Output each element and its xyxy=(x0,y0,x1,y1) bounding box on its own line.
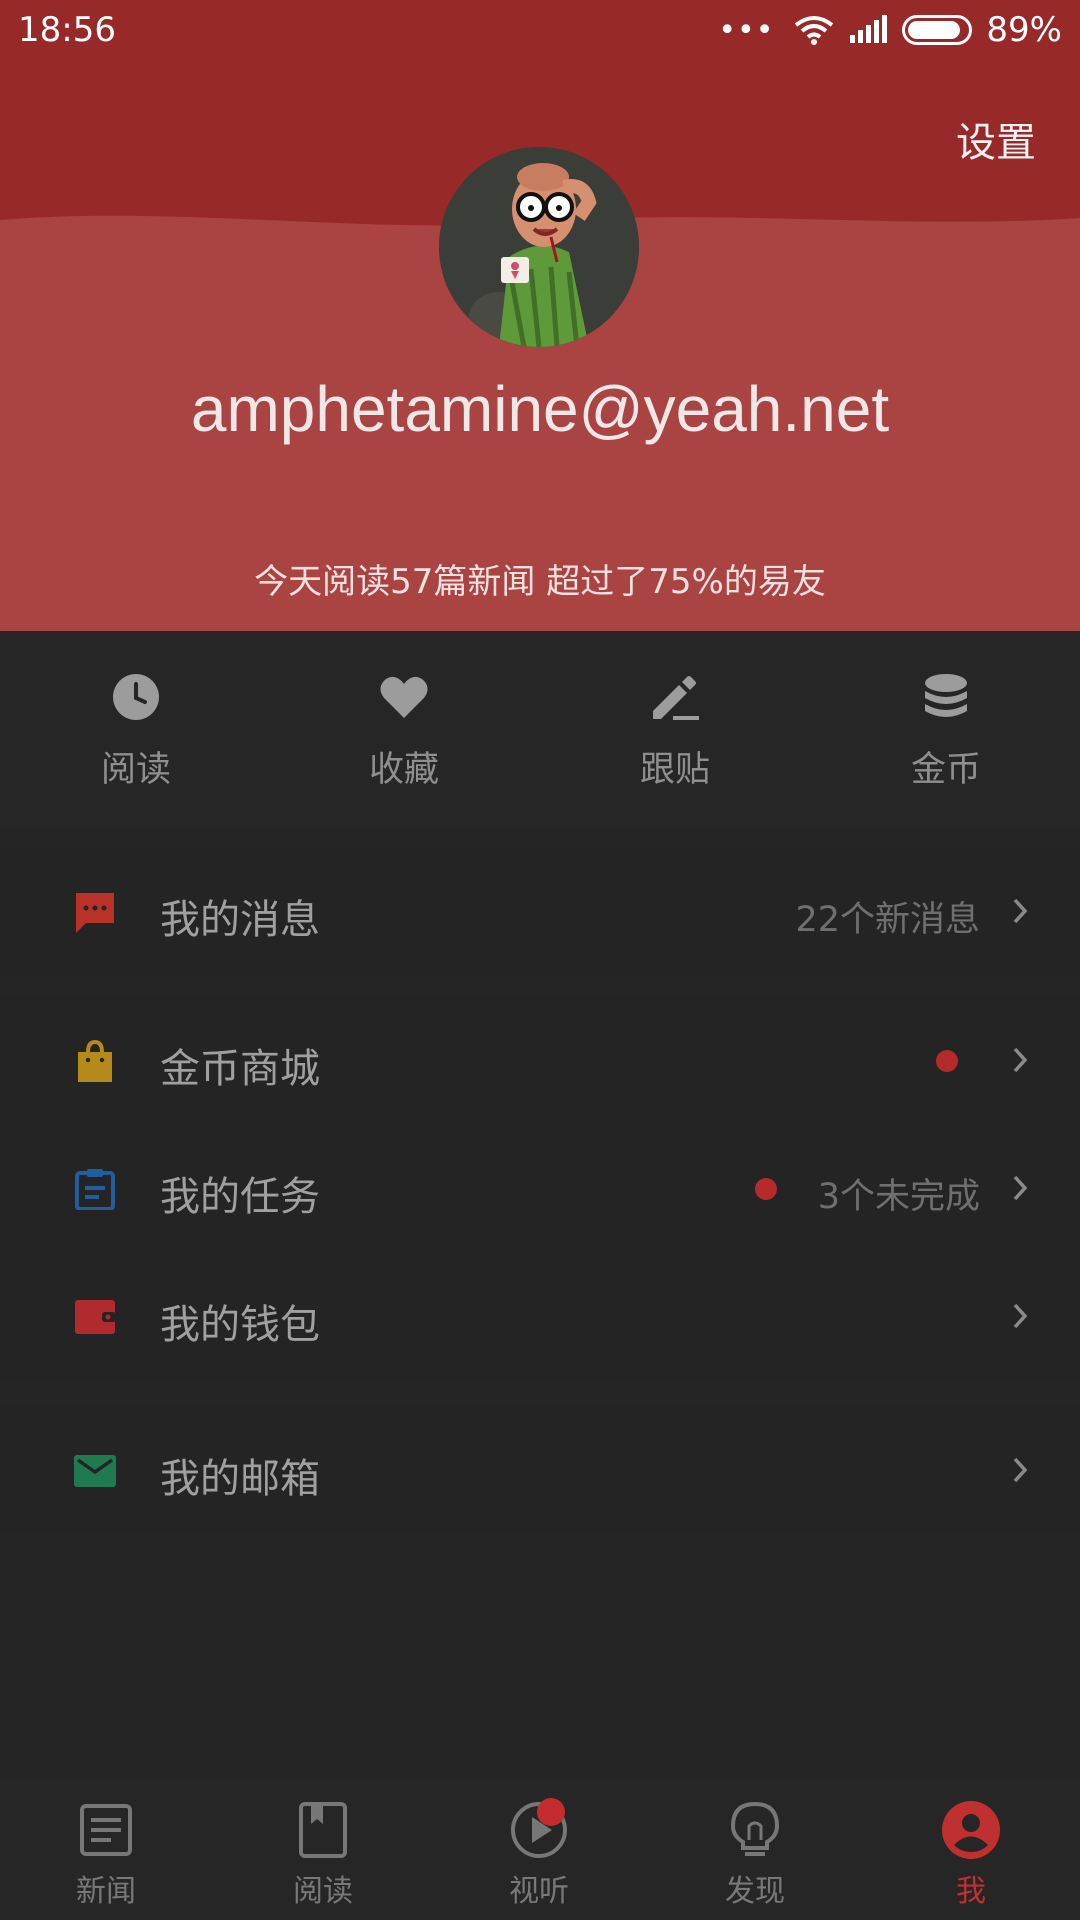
menu-section-services: 金币商城 我的任务 3个未完成 我的钱包 xyxy=(0,996,1080,1380)
coins-icon xyxy=(925,674,967,717)
new-dot xyxy=(936,1050,958,1072)
chevron-right-icon xyxy=(1013,1047,1028,1073)
nav-label: 视听 xyxy=(509,1874,569,1909)
menu-item-label: 我的邮箱 xyxy=(160,1456,320,1502)
quick-actions: 阅读 收藏 跟贴 金币 xyxy=(0,631,1080,827)
battery-icon xyxy=(902,15,973,45)
quick-action-read[interactable]: 阅读 xyxy=(46,671,226,792)
nav-label: 阅读 xyxy=(293,1874,353,1909)
chevron-right-icon xyxy=(1013,898,1028,924)
chat-icon xyxy=(76,893,114,933)
notification-dots: ••• xyxy=(718,12,775,48)
notification-badge xyxy=(537,1798,565,1826)
avatar[interactable] xyxy=(439,147,639,347)
bottom-nav: 新闻 阅读 视听 发现 我 xyxy=(0,1778,1080,1920)
username: amphetamine@yeah.net xyxy=(190,373,890,445)
avatar-illustration xyxy=(439,147,639,347)
nav-tab-discover[interactable]: 发现 xyxy=(685,1800,825,1910)
menu-item-tasks[interactable]: 我的任务 3个未完成 xyxy=(0,1124,1080,1252)
nav-tab-news[interactable]: 新闻 xyxy=(36,1800,176,1910)
profile-icon xyxy=(942,1801,1000,1859)
nav-label: 我 xyxy=(956,1874,986,1909)
new-dot xyxy=(755,1178,777,1200)
menu-item-coin-mall[interactable]: 金币商城 xyxy=(0,996,1080,1124)
clock-icon xyxy=(113,674,159,720)
news-icon xyxy=(80,1804,132,1856)
signal-icon xyxy=(850,15,888,43)
chevron-right-icon xyxy=(1013,1175,1028,1201)
wallet-icon xyxy=(75,1300,116,1334)
unfinished-tasks-count: 3个未完成 xyxy=(817,1177,980,1217)
nav-label: 发现 xyxy=(725,1874,785,1909)
menu-section-mail: 我的邮箱 xyxy=(0,1406,1080,1534)
new-messages-count: 22个新消息 xyxy=(795,900,980,940)
status-bar: 18:56 ••• 89% xyxy=(0,0,1080,60)
menu-item-label: 我的消息 xyxy=(160,897,320,943)
status-icons: ••• 89% xyxy=(718,10,1062,50)
reading-stats: 今天阅读57篇新闻 超过了75%的易友 xyxy=(254,562,826,602)
quick-action-coins[interactable]: 金币 xyxy=(856,671,1036,792)
settings-button[interactable]: 设置 xyxy=(956,110,1036,168)
quick-action-label: 收藏 xyxy=(368,750,439,790)
quick-action-comments[interactable]: 跟贴 xyxy=(585,671,765,792)
chevron-right-icon xyxy=(1013,1303,1028,1329)
wifi-icon xyxy=(795,16,834,45)
menu-item-label: 我的任务 xyxy=(160,1174,320,1220)
chevron-right-icon xyxy=(1013,1457,1028,1483)
pencil-icon xyxy=(653,676,699,720)
menu-item-messages[interactable]: 我的消息 22个新消息 xyxy=(0,847,1080,975)
lightbulb-icon xyxy=(730,1801,780,1856)
nav-tab-read[interactable]: 阅读 xyxy=(253,1800,393,1910)
bookmark-icon xyxy=(299,1802,347,1858)
clipboard-icon xyxy=(75,1169,115,1210)
profile-header: 18:56 ••• 89% 设置 amphetamine@yeah.net 今天… xyxy=(0,0,1080,631)
heart-icon xyxy=(380,676,428,718)
nav-label: 新闻 xyxy=(76,1874,136,1909)
nav-tab-me[interactable]: 我 xyxy=(901,1800,1041,1910)
shopping-bag-icon xyxy=(78,1040,112,1082)
quick-action-favorites[interactable]: 收藏 xyxy=(314,671,494,792)
menu-section-messages: 我的消息 22个新消息 xyxy=(0,847,1080,975)
quick-action-label: 跟贴 xyxy=(639,750,710,790)
status-time: 18:56 xyxy=(18,10,116,50)
menu-item-label: 金币商城 xyxy=(160,1046,320,1092)
battery-percent: 89% xyxy=(986,10,1062,50)
nav-tab-media[interactable]: 视听 xyxy=(469,1798,609,1910)
menu-item-label: 我的钱包 xyxy=(160,1302,320,1348)
mail-icon xyxy=(74,1455,116,1487)
quick-action-label: 阅读 xyxy=(100,750,171,790)
menu-item-wallet[interactable]: 我的钱包 xyxy=(0,1252,1080,1380)
menu-item-mailbox[interactable]: 我的邮箱 xyxy=(0,1406,1080,1534)
quick-action-label: 金币 xyxy=(910,750,981,790)
